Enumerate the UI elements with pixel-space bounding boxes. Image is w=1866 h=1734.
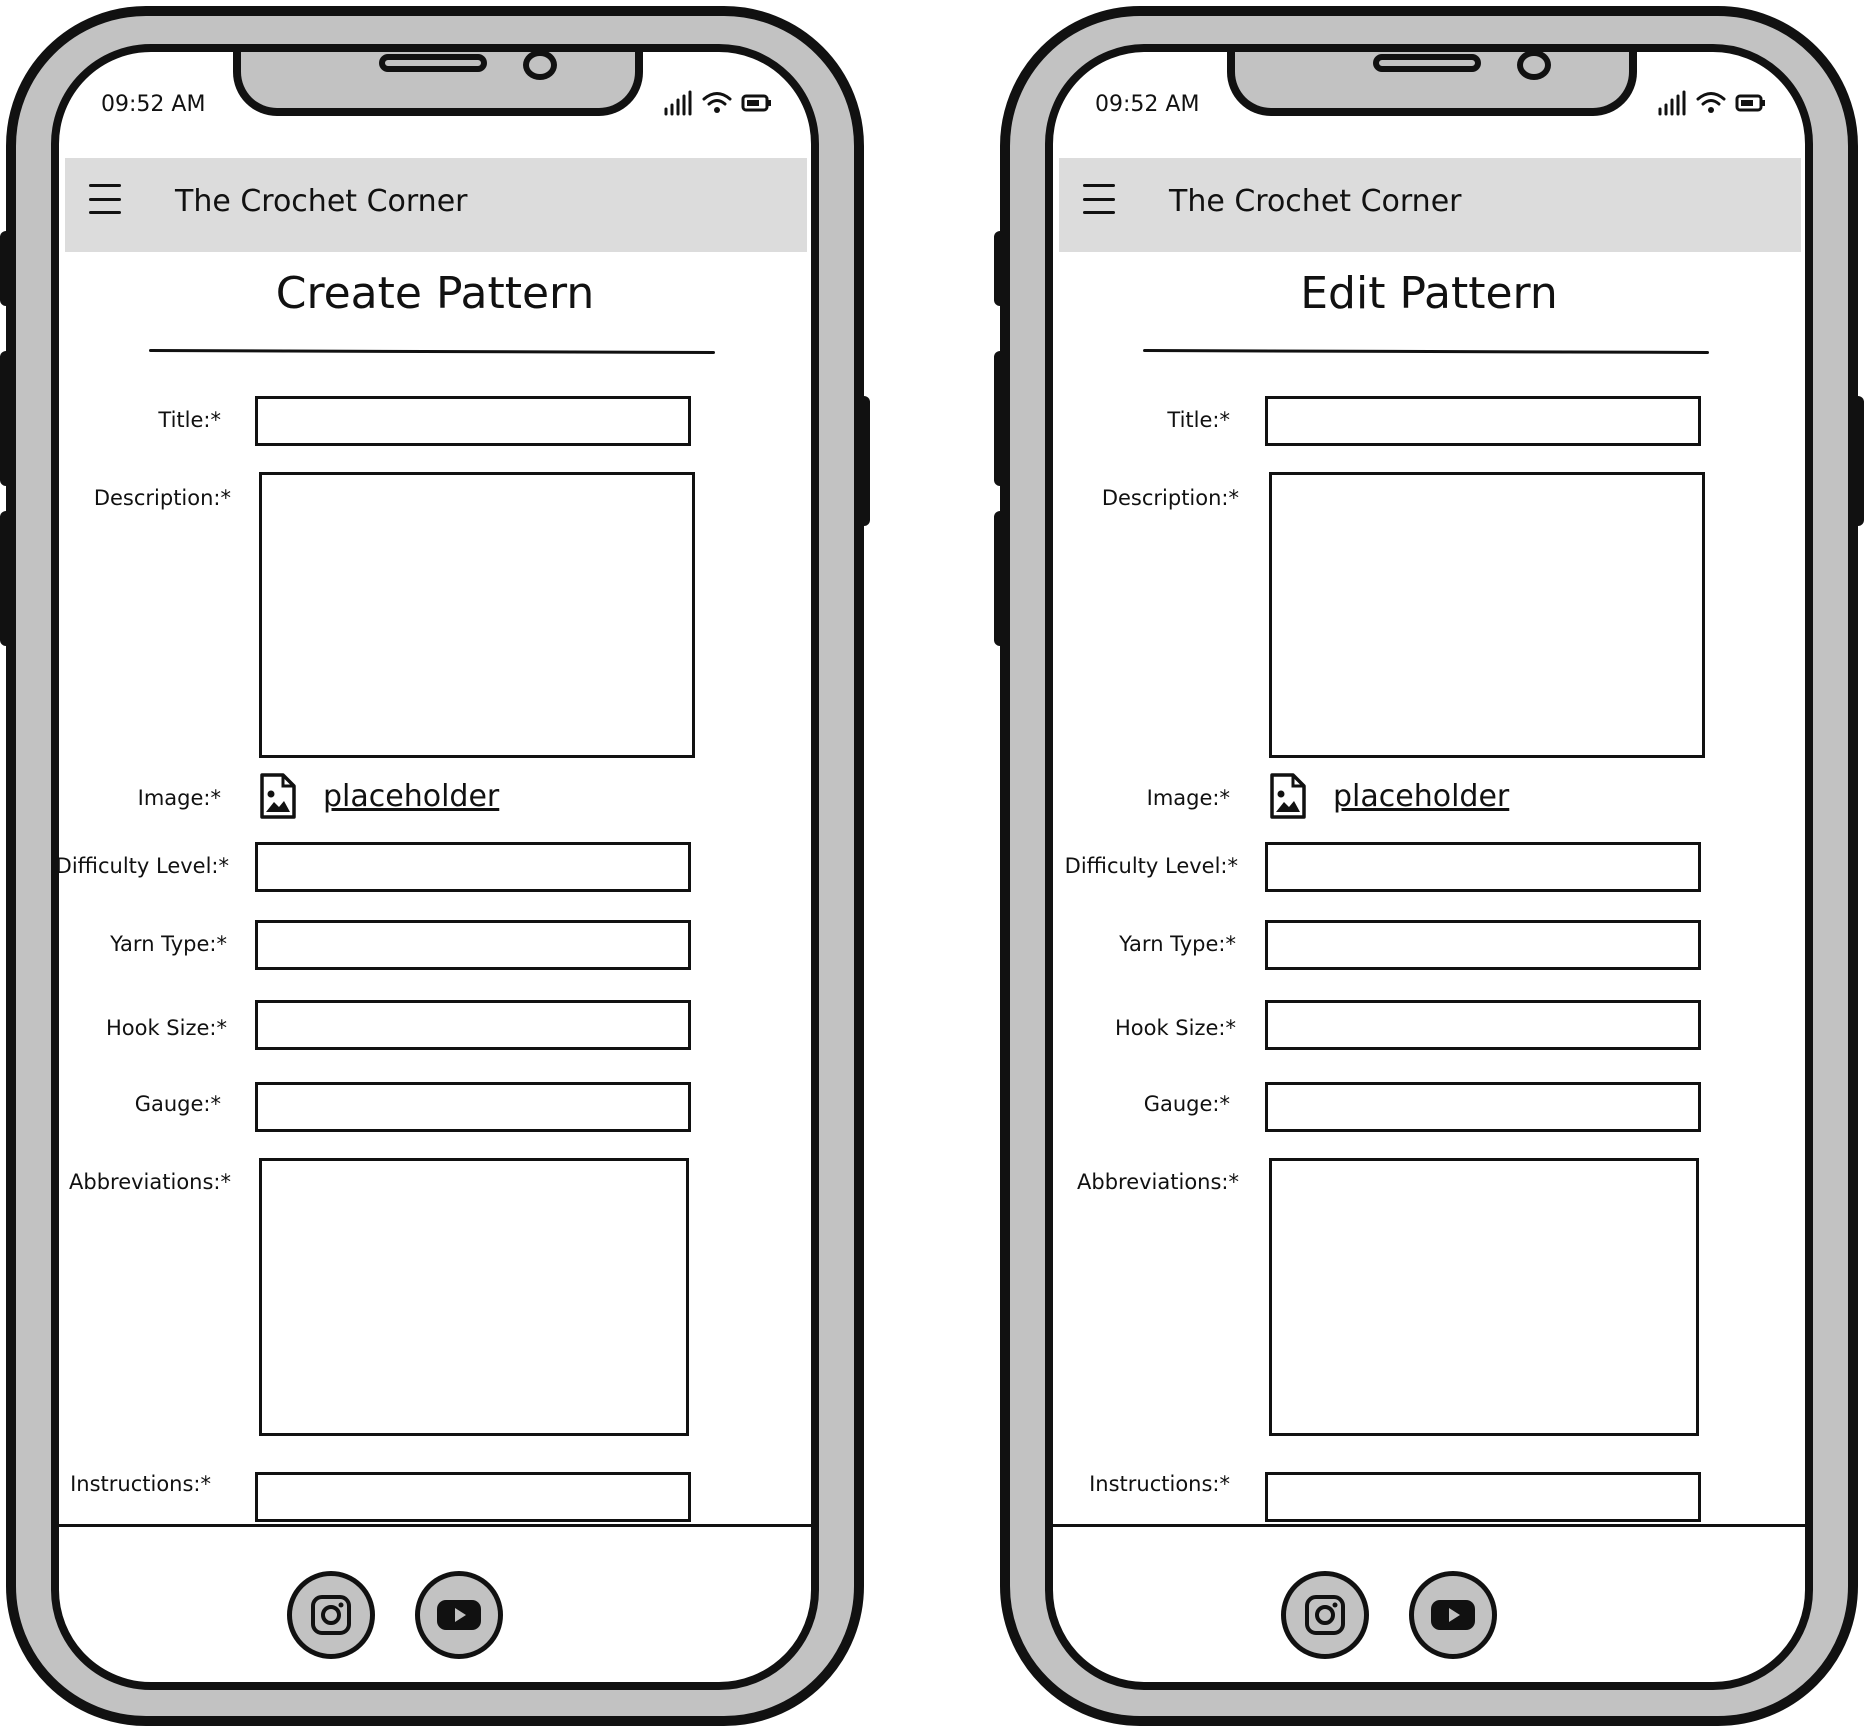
hook-size-label: Hook Size:* xyxy=(1114,1016,1236,1040)
instructions-input[interactable] xyxy=(1265,1472,1701,1522)
image-label: Image:* xyxy=(1146,786,1230,810)
youtube-button[interactable] xyxy=(415,1571,503,1659)
gauge-label: Gauge:* xyxy=(1143,1092,1230,1116)
instagram-icon[interactable] xyxy=(1303,1593,1347,1637)
page-title: Edit Pattern xyxy=(1300,268,1558,319)
image-placeholder-link[interactable]: placeholder xyxy=(323,779,499,814)
description-textarea[interactable] xyxy=(259,472,695,758)
status-time: 09:52 AM xyxy=(101,92,206,117)
title-divider xyxy=(1142,349,1710,354)
title-label: Title:* xyxy=(158,408,221,432)
gauge-input[interactable] xyxy=(255,1082,691,1132)
notch xyxy=(1227,52,1637,116)
phone-create: 09:52 AM The Crochet Corner Create Patte… xyxy=(0,6,870,1726)
hook-size-label: Hook Size:* xyxy=(105,1016,227,1040)
image-label: Image:* xyxy=(137,786,221,810)
difficulty-input[interactable] xyxy=(1265,842,1701,892)
camera xyxy=(1517,52,1551,80)
app-title[interactable]: The Crochet Corner xyxy=(175,184,468,219)
abbreviations-textarea[interactable] xyxy=(1269,1158,1699,1436)
wifi-icon xyxy=(1696,92,1726,113)
hook-size-input[interactable] xyxy=(1265,1000,1701,1050)
signal-icon xyxy=(664,90,692,116)
title-label: Title:* xyxy=(1167,408,1230,432)
speaker xyxy=(379,54,487,72)
title-input[interactable] xyxy=(1265,396,1701,446)
youtube-icon[interactable] xyxy=(1429,1597,1477,1633)
yarn-type-label: Yarn Type:* xyxy=(1119,932,1236,956)
footer-divider xyxy=(59,1524,811,1527)
signal-icon xyxy=(1658,90,1686,116)
instructions-label: Instructions:* xyxy=(1089,1472,1230,1496)
abbreviations-textarea[interactable] xyxy=(259,1158,689,1436)
instructions-label: Instructions:* xyxy=(70,1472,211,1496)
gauge-label: Gauge:* xyxy=(134,1092,221,1116)
instagram-button[interactable] xyxy=(1281,1571,1369,1659)
yarn-type-input[interactable] xyxy=(1265,920,1701,970)
yarn-type-input[interactable] xyxy=(255,920,691,970)
image-upload[interactable]: placeholder xyxy=(1269,772,1509,820)
description-label: Description:* xyxy=(93,486,231,510)
youtube-button[interactable] xyxy=(1409,1571,1497,1659)
image-placeholder-link[interactable]: placeholder xyxy=(1333,779,1509,814)
status-icons xyxy=(1657,88,1767,118)
app-bar: The Crochet Corner xyxy=(65,158,807,252)
app-bar: The Crochet Corner xyxy=(1059,158,1801,252)
difficulty-input[interactable] xyxy=(255,842,691,892)
abbreviations-label: Abbreviations:* xyxy=(69,1170,231,1194)
camera xyxy=(523,52,557,80)
screen: 09:52 AM The Crochet Corner Create Patte… xyxy=(51,44,819,1690)
description-label: Description:* xyxy=(1101,486,1239,510)
yarn-type-label: Yarn Type:* xyxy=(110,932,227,956)
description-textarea[interactable] xyxy=(1269,472,1705,758)
status-icons xyxy=(663,88,773,118)
instructions-input[interactable] xyxy=(255,1472,691,1522)
hamburger-icon[interactable] xyxy=(89,184,121,214)
screen: 09:52 AM The Crochet Corner Edit Pattern… xyxy=(1045,44,1813,1690)
notch xyxy=(233,52,643,116)
title-input[interactable] xyxy=(255,396,691,446)
hamburger-icon[interactable] xyxy=(1083,184,1115,214)
footer-divider xyxy=(1053,1524,1805,1527)
image-upload[interactable]: placeholder xyxy=(259,772,499,820)
page-title: Create Pattern xyxy=(275,268,595,319)
image-file-icon[interactable] xyxy=(259,772,297,820)
difficulty-label: Difficulty Level:* xyxy=(1064,854,1238,878)
gauge-input[interactable] xyxy=(1265,1082,1701,1132)
battery-icon xyxy=(741,94,771,112)
app-title[interactable]: The Crochet Corner xyxy=(1169,184,1462,219)
difficulty-label: Difficulty Level:* xyxy=(55,854,229,878)
youtube-icon[interactable] xyxy=(435,1597,483,1633)
abbreviations-label: Abbreviations:* xyxy=(1077,1170,1239,1194)
image-file-icon[interactable] xyxy=(1269,772,1307,820)
status-time: 09:52 AM xyxy=(1095,92,1200,117)
title-divider xyxy=(148,349,716,354)
wifi-icon xyxy=(702,92,732,113)
speaker xyxy=(1373,54,1481,72)
instagram-button[interactable] xyxy=(287,1571,375,1659)
battery-icon xyxy=(1735,94,1765,112)
phone-edit: 09:52 AM The Crochet Corner Edit Pattern… xyxy=(994,6,1864,1726)
hook-size-input[interactable] xyxy=(255,1000,691,1050)
instagram-icon[interactable] xyxy=(309,1593,353,1637)
